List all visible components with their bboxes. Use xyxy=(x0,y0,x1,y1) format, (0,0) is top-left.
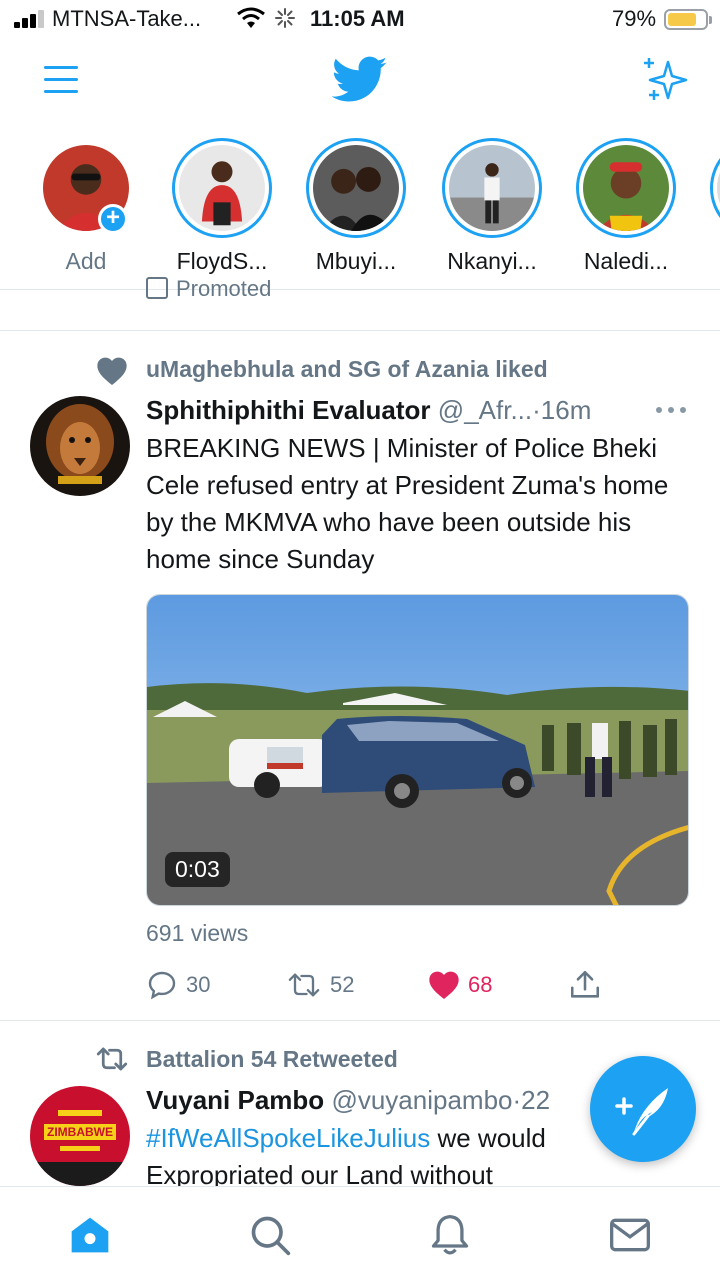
messages-envelope-icon[interactable] xyxy=(608,1213,652,1257)
tweet-time: 22 xyxy=(521,1085,551,1115)
tweet-text-part: we would xyxy=(430,1123,546,1153)
fleet-name: Nkanyi... xyxy=(447,248,537,274)
fleet-name: FloydS... xyxy=(176,248,268,274)
sparkle-icon[interactable] xyxy=(640,56,690,104)
social-context: Battalion 54 Retweeted xyxy=(146,1046,398,1072)
notifications-bell-icon[interactable] xyxy=(428,1213,472,1257)
status-bar: MTNSA-Take... 11:05 AM 79% xyxy=(0,0,720,40)
separator-dot: · xyxy=(532,395,541,425)
retweet-icon xyxy=(288,973,320,997)
heart-filled-icon xyxy=(97,357,127,385)
tweet-divider xyxy=(0,330,720,331)
fleet-item[interactable]: Naledi... xyxy=(574,138,678,275)
fleet-avatar-ring xyxy=(576,138,676,238)
author-avatar[interactable]: ZIMBABWE xyxy=(30,1086,130,1186)
video-duration: 0:03 xyxy=(165,852,230,887)
separator-dot: · xyxy=(512,1085,522,1115)
tweet-time: 16m xyxy=(540,395,592,425)
reply-count: 30 xyxy=(186,972,211,997)
tweet-text: BREAKING NEWS | Minister of Police Bheki… xyxy=(146,433,669,574)
heart-filled-icon xyxy=(429,971,459,999)
like-button[interactable]: 68 xyxy=(428,968,492,1002)
fleet-avatar-ring xyxy=(710,138,720,238)
fleet-avatar-ring xyxy=(306,138,406,238)
user-handle[interactable]: @_Afr... xyxy=(438,395,532,425)
avatar xyxy=(449,145,535,231)
fleet-avatar-ring xyxy=(442,138,542,238)
bottom-tab-bar xyxy=(0,1186,720,1280)
hashtag-link[interactable]: #IfWeAllSpokeLikeJulius xyxy=(146,1123,430,1153)
hamburger-icon[interactable] xyxy=(44,66,78,94)
battery-percent: 79% xyxy=(612,6,657,31)
activity-spinner-icon xyxy=(275,8,295,28)
compose-tweet-button[interactable] xyxy=(590,1056,696,1162)
tweet-header: Vuyani Pambo @vuyanipambo·22 xyxy=(146,1085,550,1116)
clock-time: 11:05 AM xyxy=(310,6,405,31)
display-name[interactable]: Sphithiphithi Evaluator xyxy=(146,395,431,425)
battery-fill xyxy=(668,13,696,26)
display-name[interactable]: Vuyani Pambo xyxy=(146,1085,324,1115)
avatar xyxy=(179,145,265,231)
fleet-item[interactable]: FloydS... xyxy=(170,138,274,275)
fleet-item[interactable]: Mbuyi... xyxy=(304,138,408,275)
fleet-add[interactable]: + Add xyxy=(34,138,138,275)
avatar-text: ZIMBABWE xyxy=(47,1125,113,1139)
fleet-avatar-ring xyxy=(172,138,272,238)
share-button[interactable] xyxy=(568,968,610,1002)
view-count: 691 views xyxy=(146,920,249,946)
compose-feather-icon xyxy=(615,1088,668,1136)
fleet-item[interactable]: Nkanyi... xyxy=(440,138,544,275)
fleet-name: Naledi... xyxy=(583,248,669,274)
battery-icon xyxy=(664,9,712,30)
search-icon[interactable] xyxy=(248,1213,292,1257)
reply-bubble-icon xyxy=(148,971,176,1000)
fleet-name: Mbuyi... xyxy=(315,248,397,274)
reply-button[interactable]: 30 xyxy=(146,968,210,1002)
retweet-icon xyxy=(96,1047,128,1071)
add-fleet-plus-icon[interactable]: + xyxy=(98,204,128,234)
video-player[interactable]: 0:03 xyxy=(146,594,689,906)
retweet-count: 52 xyxy=(330,972,355,997)
carrier-name: MTNSA-Take... xyxy=(52,6,202,31)
tweet-header: Sphithiphithi Evaluator @_Afr...·16m xyxy=(146,395,591,426)
like-count: 68 xyxy=(468,972,493,997)
avatar xyxy=(583,145,669,231)
twitter-bird-icon[interactable] xyxy=(332,56,388,104)
retweet-button[interactable]: 52 xyxy=(286,968,354,1002)
user-handle[interactable]: @vuyanipambo xyxy=(331,1085,512,1115)
fleets-bar: + Add FloydS... Mbuyi... Nkanyi... Naled… xyxy=(0,130,720,290)
promoted-label: Promoted xyxy=(146,276,271,302)
wifi-icon xyxy=(237,7,265,28)
avatar xyxy=(313,145,399,231)
share-icon xyxy=(570,970,600,998)
fleet-name: Add xyxy=(65,248,107,274)
cellular-signal-icon xyxy=(14,10,46,28)
promoted-icon xyxy=(146,277,168,299)
fleet-item-partial[interactable] xyxy=(708,138,720,238)
home-icon[interactable] xyxy=(68,1213,112,1257)
tweet-divider xyxy=(0,1020,720,1021)
social-context: uMaghebhula and SG of Azania liked xyxy=(146,356,548,382)
author-avatar[interactable] xyxy=(30,396,130,496)
more-options-icon[interactable] xyxy=(654,405,688,415)
